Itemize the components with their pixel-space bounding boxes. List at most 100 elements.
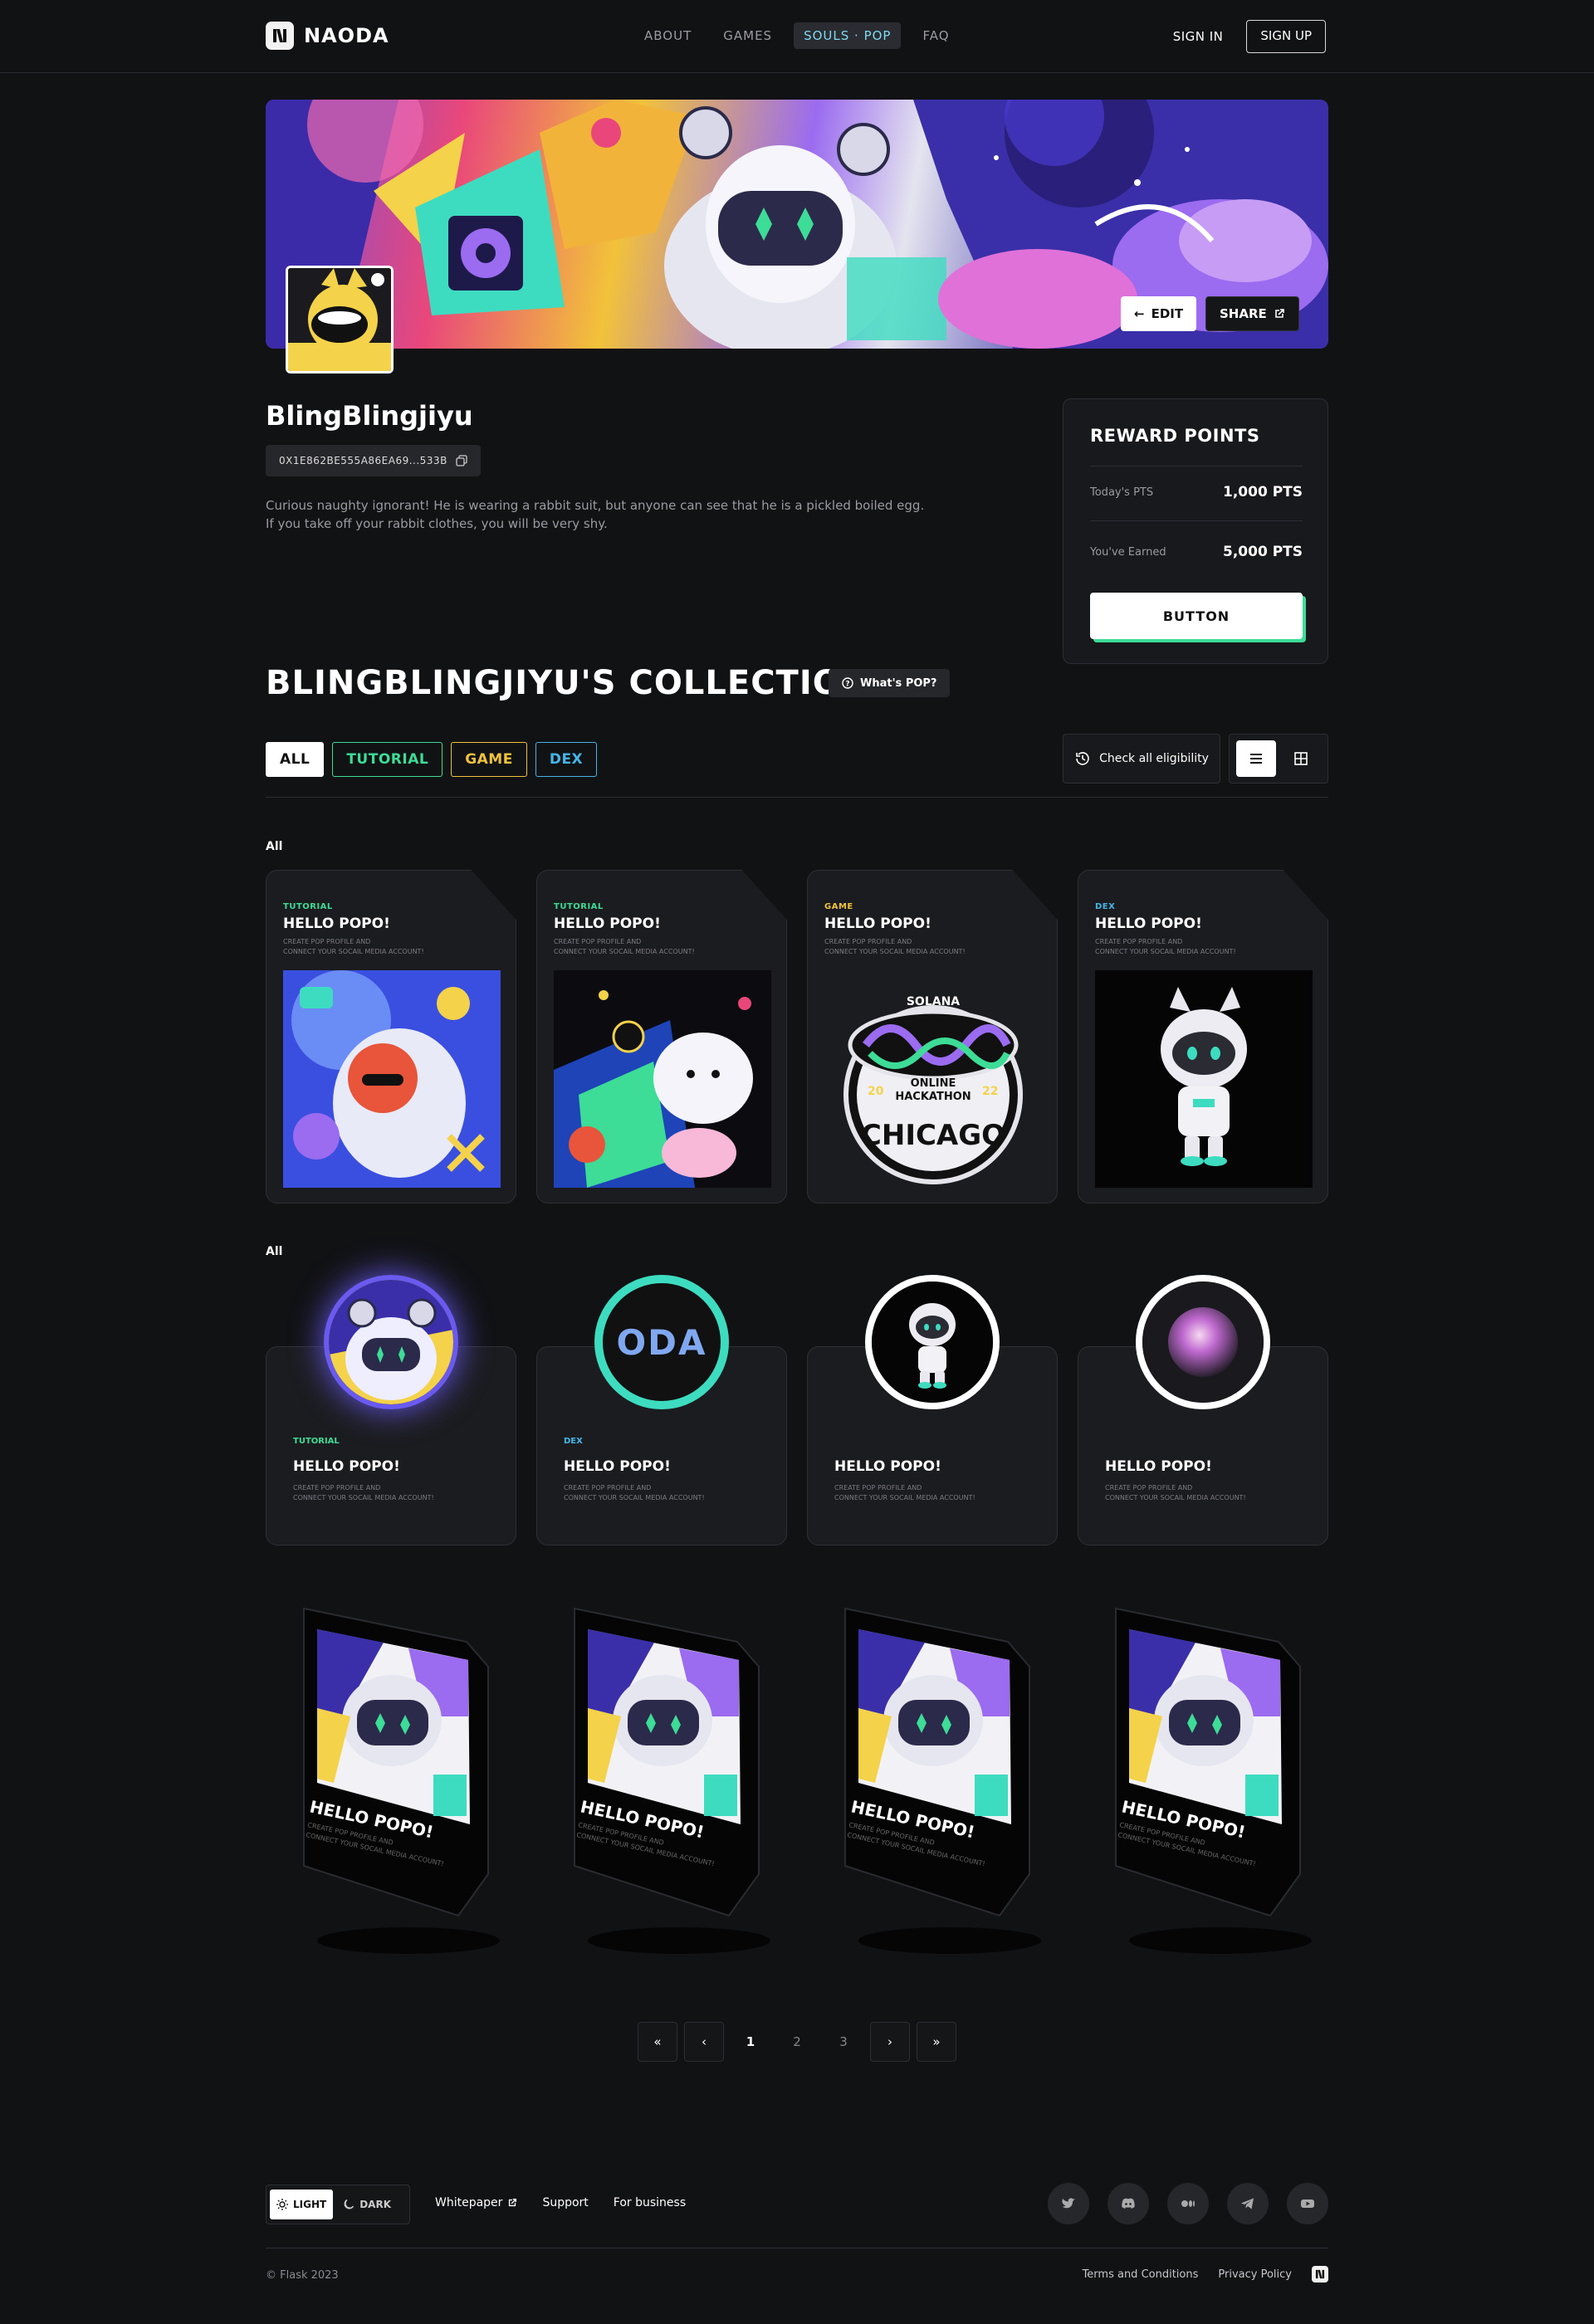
twitter-icon[interactable] [1048, 2183, 1089, 2224]
card-tag: TUTORIAL [293, 1437, 340, 1446]
whitepaper-link[interactable]: Whitepaper [435, 2196, 517, 2209]
list-view-button[interactable] [1236, 740, 1276, 777]
collection-card[interactable]: TUTORIAL HELLO POPO! CREATE POP PROFILE … [536, 870, 787, 1204]
card-desc-line: CONNECT YOUR SOCAIL MEDIA ACCOUNT! [293, 1494, 434, 1501]
hackathon-text-year-2: 22 [982, 1085, 998, 1098]
first-page-button[interactable]: « [638, 2022, 677, 2062]
naoda-logo-icon [266, 22, 294, 50]
last-page-button[interactable]: » [917, 2022, 956, 2062]
list-icon [1250, 754, 1262, 764]
business-link[interactable]: For business [614, 2196, 686, 2209]
main-nav: ABOUT GAMES SOULS · POP FAQ [634, 22, 960, 49]
collection-card[interactable]: GAME HELLO POPO! CREATE POP PROFILE AND C… [807, 870, 1058, 1204]
grid-view-button[interactable] [1281, 740, 1321, 777]
dark-theme-button[interactable]: DARK [336, 2190, 398, 2219]
footer-logo-icon[interactable] [1312, 2266, 1328, 2282]
reward-today-label: Today's PTS [1090, 486, 1154, 499]
prev-page-button[interactable]: ‹ [684, 2022, 724, 2062]
card-desc-line: CONNECT YOUR SOCAIL MEDIA ACCOUNT! [824, 948, 966, 955]
profile-username: BlingBlingjiyu [266, 400, 473, 432]
page-2-button[interactable]: 2 [777, 2022, 817, 2062]
nav-games[interactable]: GAMES [713, 22, 782, 49]
badge-image [324, 1275, 458, 1409]
discord-icon[interactable] [1107, 2183, 1149, 2224]
card-title: HELLO POPO! [293, 1458, 400, 1475]
next-page-button[interactable]: › [870, 2022, 910, 2062]
arrow-left-icon: ← [1134, 306, 1145, 321]
collection-card[interactable]: TUTORIAL HELLO POPO! CREATE POP PROFILE … [266, 870, 516, 1204]
card-tag: DEX [564, 1437, 583, 1446]
page-3-button[interactable]: 3 [824, 2022, 863, 2062]
card-title: HELLO POPO! [1095, 915, 1202, 932]
edit-profile-button[interactable]: ← EDIT [1121, 296, 1197, 331]
whats-pop-label: What's POP? [860, 676, 937, 690]
nft-3d-card-art: HELLO POPO! CREATE POP PROFILE AND CONNE… [1115, 1607, 1312, 1954]
nft-3d-card[interactable]: HELLO POPO! CREATE POP PROFILE AND CONNE… [1104, 1584, 1320, 1965]
card-image [1095, 970, 1313, 1188]
card-tag: TUTORIAL [283, 902, 333, 911]
grid-icon [1294, 752, 1308, 765]
share-label: SHARE [1220, 306, 1267, 321]
collection-card[interactable]: DEX HELLO POPO! CREATE POP PROFILE AND CO… [1078, 870, 1328, 1204]
wallet-address[interactable]: 0X1E862BE555A86EA69...533B [266, 445, 481, 476]
filter-game[interactable]: GAME [451, 742, 527, 777]
bio-line-1: Curious naughty ignorant! He is wearing … [266, 498, 925, 513]
pagination: « ‹ 1 2 3 › » [638, 2022, 956, 2062]
card-desc-line: CREATE POP PROFILE AND [283, 938, 371, 945]
card-title: HELLO POPO! [554, 915, 661, 932]
card-description: CREATE POP PROFILE AND CONNECT YOUR SOCAI… [1105, 1483, 1304, 1503]
card-description: CREATE POP PROFILE AND CONNECT YOUR SOCAI… [554, 937, 753, 957]
card-desc-line: CONNECT YOUR SOCAIL MEDIA ACCOUNT! [564, 1494, 705, 1501]
card-image [283, 970, 501, 1188]
terms-link[interactable]: Terms and Conditions [1083, 2268, 1199, 2281]
reward-earned-row: You've Earned 5,000 PTS [1090, 535, 1303, 569]
theme-toggle: LIGHT DARK [266, 2185, 410, 2224]
hackathon-text-hackathon: HACKATHON [895, 1091, 971, 1103]
reward-earned-label: You've Earned [1090, 545, 1166, 559]
sign-in-button[interactable]: SIGN IN [1163, 29, 1234, 44]
medium-icon[interactable] [1167, 2183, 1209, 2224]
card-description: CREATE POP PROFILE AND CONNECT YOUR SOCAI… [564, 1483, 763, 1503]
whitepaper-label: Whitepaper [435, 2196, 503, 2209]
support-link[interactable]: Support [542, 2196, 588, 2209]
whats-pop-button[interactable]: ? What's POP? [829, 669, 951, 697]
sign-up-button[interactable]: SIGN UP [1246, 20, 1326, 53]
profile-avatar[interactable] [286, 266, 394, 374]
filter-all[interactable]: ALL [266, 742, 325, 777]
reward-action-button[interactable]: BUTTON [1090, 593, 1303, 639]
nft-3d-card-art: HELLO POPO! CREATE POP PROFILE AND CONNE… [574, 1607, 770, 1954]
external-link-icon [509, 2199, 517, 2207]
nft-3d-card[interactable]: HELLO POPO! CREATE POP PROFILE AND CONNE… [292, 1584, 508, 1965]
brand-logo[interactable]: NAODA [266, 22, 389, 50]
nav-souls-pop[interactable]: SOULS · POP [794, 22, 902, 49]
reward-today-row: Today's PTS 1,000 PTS [1090, 476, 1303, 509]
nav-faq[interactable]: FAQ [912, 22, 959, 49]
card-desc-line: CREATE POP PROFILE AND [1105, 1484, 1193, 1492]
page: NAODA ABOUT GAMES SOULS · POP FAQ SIGN I… [0, 0, 1594, 2324]
section-label: All [266, 840, 283, 853]
footer-links: Whitepaper Support For business [435, 2196, 686, 2209]
nft-3d-card[interactable]: HELLO POPO! CREATE POP PROFILE AND CONNE… [563, 1584, 779, 1965]
card-desc-line: CREATE POP PROFILE AND [834, 1484, 922, 1492]
youtube-icon[interactable] [1287, 2183, 1328, 2224]
copy-icon[interactable] [456, 455, 467, 466]
light-theme-button[interactable]: LIGHT [270, 2190, 334, 2219]
hackathon-text-chicago: CHICAGO [861, 1119, 1005, 1152]
filter-tutorial[interactable]: TUTORIAL [332, 742, 443, 777]
telegram-icon[interactable] [1227, 2183, 1269, 2224]
nav-about[interactable]: ABOUT [634, 22, 702, 49]
help-circle-icon: ? [842, 677, 853, 689]
history-icon [1076, 752, 1089, 765]
nft-3d-card[interactable]: HELLO POPO! CREATE POP PROFILE AND CONNE… [834, 1584, 1049, 1965]
card-title: HELLO POPO! [283, 915, 390, 932]
top-navbar: NAODA ABOUT GAMES SOULS · POP FAQ SIGN I… [0, 0, 1594, 73]
privacy-link[interactable]: Privacy Policy [1218, 2268, 1292, 2281]
filter-dex[interactable]: DEX [535, 742, 598, 777]
sun-icon [276, 2199, 288, 2210]
profile-bio: Curious naughty ignorant! He is wearing … [266, 496, 946, 533]
check-eligibility-button[interactable]: Check all eligibility [1063, 734, 1220, 784]
reward-today-value: 1,000 PTS [1223, 484, 1303, 500]
reward-title: REWARD POINTS [1090, 426, 1260, 446]
page-1-button[interactable]: 1 [731, 2022, 770, 2062]
share-profile-button[interactable]: SHARE [1205, 296, 1299, 331]
